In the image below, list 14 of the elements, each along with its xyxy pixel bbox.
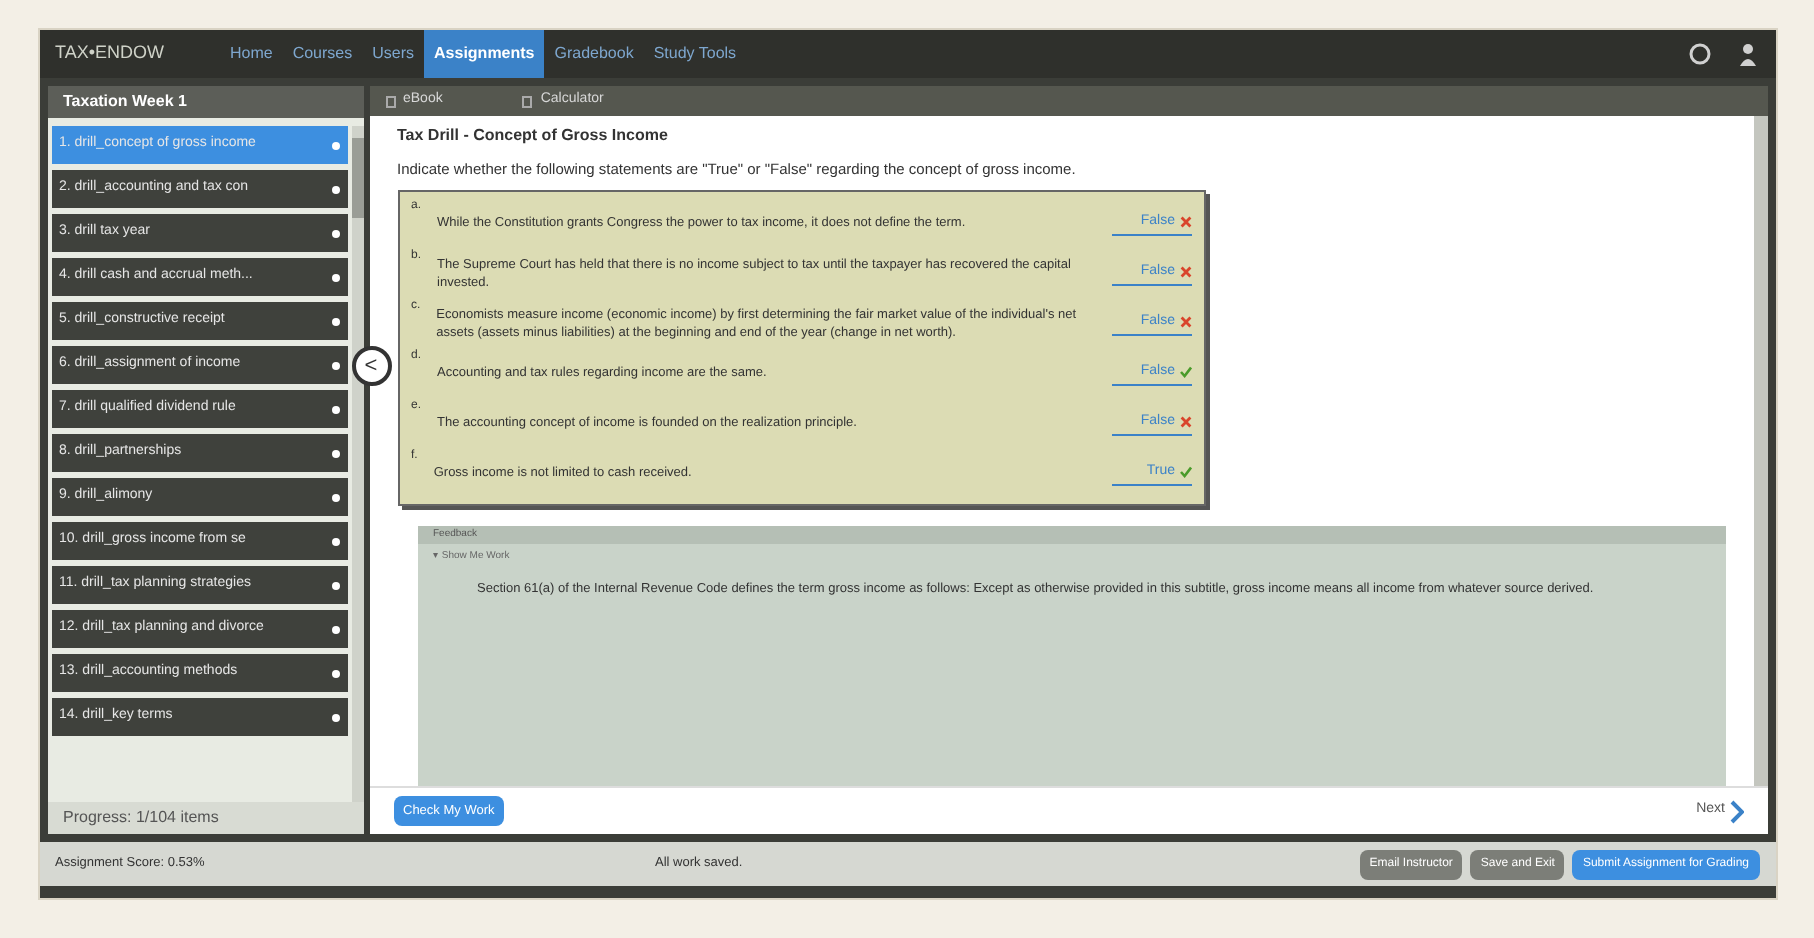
nav-tab[interactable]: Users: [362, 30, 425, 78]
nav-tab[interactable]: Courses: [282, 30, 363, 78]
tool-icon: [522, 95, 533, 107]
nav-tab[interactable]: Gradebook: [544, 30, 644, 78]
question-title: Tax Drill - Concept of Gross Income: [397, 124, 670, 148]
progress-text: Progress: 1/104 items: [47, 802, 363, 834]
sidebar-title: Taxation Week 1: [47, 86, 363, 118]
chevron-right-icon: [1729, 799, 1743, 823]
nav-tab[interactable]: Home: [219, 30, 283, 78]
brand-logo[interactable]: TAX•ENDOW: [55, 40, 196, 68]
nav-tab[interactable]: Study Tools: [643, 30, 747, 78]
nav-tab[interactable]: Assignments: [424, 30, 545, 78]
user-icon[interactable]: [1735, 42, 1759, 66]
tool-icon: [385, 95, 395, 107]
